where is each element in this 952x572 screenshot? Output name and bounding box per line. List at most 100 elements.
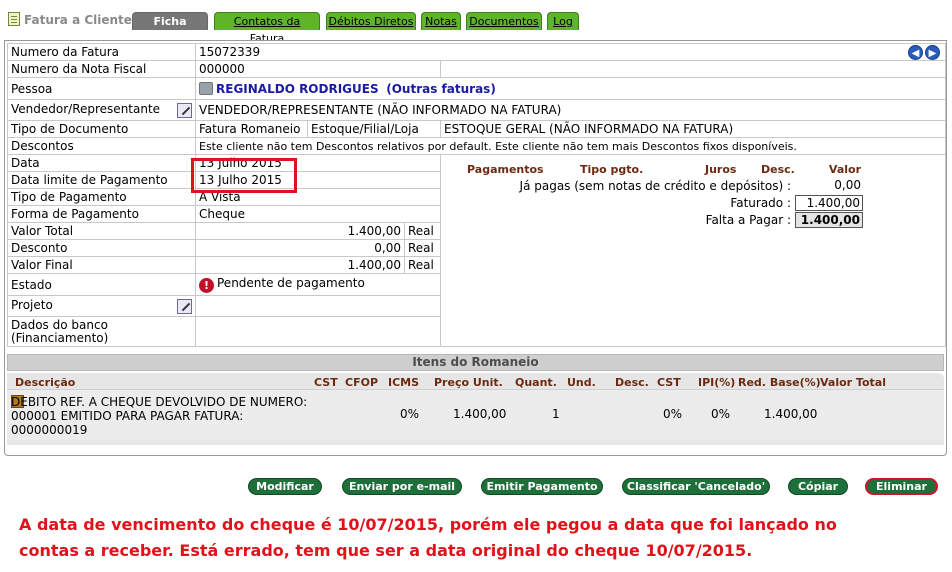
discount-value: 0,00	[195, 239, 405, 257]
column-header: CST	[314, 376, 338, 389]
field-label: Valor Total	[7, 222, 196, 240]
status-cell: ! Pendente de pagamento	[195, 273, 441, 296]
payments-col: Pagamentos	[467, 163, 544, 176]
remaining-row: Falta a Pagar : 1.400,00	[465, 212, 863, 229]
other-invoices-close: )	[490, 81, 496, 96]
field-label: Estado	[7, 273, 196, 296]
stock-value: ESTOQUE GERAL (NÃO INFORMADO NA FATURA)	[440, 120, 946, 138]
field-label: Vendedor/Representante	[11, 102, 161, 116]
item-quantity: 1	[552, 407, 560, 421]
final-value: 1.400,00	[195, 256, 405, 274]
column-header: Valor Total	[820, 376, 886, 389]
column-header: Red. Base(%)	[738, 376, 821, 389]
alert-icon: !	[199, 278, 214, 293]
invoice-number-value: 15072339	[195, 43, 946, 61]
classify-cancelled-button[interactable]: Classificar 'Cancelado'	[622, 478, 770, 495]
edit-pencil-icon[interactable]	[177, 103, 192, 118]
stock-label: Estoque/Filial/Loja	[307, 120, 441, 138]
tab-ficha-fatura[interactable]: Ficha Fatura	[132, 12, 208, 45]
copy-button[interactable]: Cópiar	[788, 478, 848, 495]
invoiced-label: Faturado :	[730, 196, 791, 210]
item-cst: 0%	[663, 407, 683, 421]
items-header: Descrição CST CFOP ICMS Preço Unit. Quan…	[7, 373, 944, 390]
payments-col: Desc.	[761, 163, 795, 176]
column-header: IPI(%)	[698, 376, 736, 389]
field-label: Tipo de Documento	[7, 120, 196, 138]
item-red-base: 1.400,00	[764, 407, 818, 421]
items-table: Descrição CST CFOP ICMS Preço Unit. Quan…	[7, 373, 944, 445]
payments-summary: Pagamentos Tipo pgto. Juros Desc. Valor …	[465, 163, 863, 229]
fiscal-note-value: 000000	[195, 60, 441, 78]
column-header: Desc.	[615, 376, 649, 389]
column-header: Und.	[567, 376, 596, 389]
field-label: Numero da Nota Fiscal	[7, 60, 196, 78]
project-value	[195, 295, 441, 317]
delete-button[interactable]: Eliminar	[865, 478, 938, 495]
tab-debitos-diretos[interactable]: Débitos Diretos	[326, 12, 416, 30]
total-value: 1.400,00	[195, 222, 405, 240]
item-description-text: DEBITO REF. A CHEQUE DEVOLVIDO DE NUMERO…	[11, 395, 308, 437]
field-label: Forma de Pagamento	[7, 205, 196, 223]
field-label: (Financiamento)	[11, 330, 109, 345]
action-bar: Modificar Enviar por e-mail Emitir Pagam…	[0, 478, 952, 498]
column-header: Preço Unit.	[434, 376, 503, 389]
items-section-title: Itens do Romaneio	[7, 354, 944, 371]
note-line: A data de vencimento do cheque é 10/07/2…	[19, 515, 837, 534]
emit-payment-button[interactable]: Emitir Pagamento	[481, 478, 603, 495]
field-label: Desconto	[7, 239, 196, 257]
field-label: Numero da Fatura	[7, 43, 196, 61]
empty-cell	[440, 60, 946, 78]
field-label: Tipo de Pagamento	[7, 188, 196, 206]
payments-header: Pagamentos Tipo pgto. Juros Desc. Valor	[465, 163, 863, 178]
table-row[interactable]: DEBITO REF. A CHEQUE DEVOLVIDO DE NUMERO…	[7, 390, 944, 440]
item-icms: 0%	[400, 407, 420, 421]
invoice-panel: ◀ ▶ Numero da Fatura 15072339 Numero da N…	[4, 40, 947, 456]
document-type-value: Fatura Romaneio	[195, 120, 308, 138]
currency-label: Real	[404, 222, 441, 240]
note-line: contas a receber. Está errado, tem que s…	[19, 541, 753, 560]
other-invoices-link[interactable]: Outras faturas	[392, 82, 491, 96]
field-label: Valor Final	[7, 256, 196, 274]
project-label-cell: Projeto	[7, 295, 196, 317]
vendor-label-cell: Vendedor/Representante	[7, 99, 196, 121]
person-cell: REGINALDO RODRIGUES (Outras faturas)	[195, 77, 946, 100]
page-title: Fatura a Cliente	[8, 11, 132, 29]
bank-value	[195, 316, 441, 347]
invoiced-row: Faturado : 1.400,00	[465, 195, 863, 212]
payments-col: Tipo pgto.	[580, 163, 644, 176]
column-header: ICMS	[388, 376, 420, 389]
already-paid-row: Já pagas (sem notas de crédito e depósit…	[465, 178, 863, 195]
tab-contatos-fatura[interactable]: Contatos da Fatura	[214, 12, 320, 45]
already-paid-value: 0,00	[834, 178, 861, 192]
field-label: Data	[7, 154, 196, 172]
payment-form-value: Cheque	[195, 205, 441, 223]
annotation-note: A data de vencimento do cheque é 10/07/2…	[19, 512, 919, 564]
bank-label-cell: Dados do banco (Financiamento)	[7, 316, 196, 347]
field-label: Dados do banco	[11, 317, 108, 332]
document-icon	[8, 12, 20, 26]
tab-log[interactable]: Log	[547, 12, 579, 30]
edit-pencil-icon[interactable]	[177, 299, 192, 314]
field-label: Descontos	[7, 137, 196, 155]
vendor-value: VENDEDOR/REPRESENTANTE (NÃO INFORMADO NA…	[195, 99, 946, 121]
column-header: Descrição	[15, 376, 76, 389]
column-header: CST	[657, 376, 681, 389]
tab-bar: Fatura a Cliente Ficha Fatura Contatos d…	[6, 9, 946, 45]
payments-col: Valor	[828, 163, 861, 176]
item-ipi: 0%	[711, 407, 731, 421]
field-label: Projeto	[11, 298, 53, 312]
item-price: 1.400,00	[453, 407, 507, 421]
tab-documentos[interactable]: Documentos	[466, 12, 542, 30]
status-badge: Pendente de pagamento	[217, 276, 365, 290]
payments-col: Juros	[705, 163, 737, 176]
modify-button[interactable]: Modificar	[248, 478, 322, 495]
highlight-box	[191, 158, 297, 193]
field-label: Pessoa	[7, 77, 196, 100]
tab-notas[interactable]: Notas	[421, 12, 461, 30]
send-email-button[interactable]: Enviar por e-mail	[342, 478, 462, 495]
invoiced-value: 1.400,00	[795, 195, 863, 211]
currency-label: Real	[404, 239, 441, 257]
person-link[interactable]: REGINALDO RODRIGUES	[216, 82, 379, 96]
remaining-label: Falta a Pagar :	[705, 213, 791, 227]
page-title-text: Fatura a Cliente	[24, 13, 132, 27]
